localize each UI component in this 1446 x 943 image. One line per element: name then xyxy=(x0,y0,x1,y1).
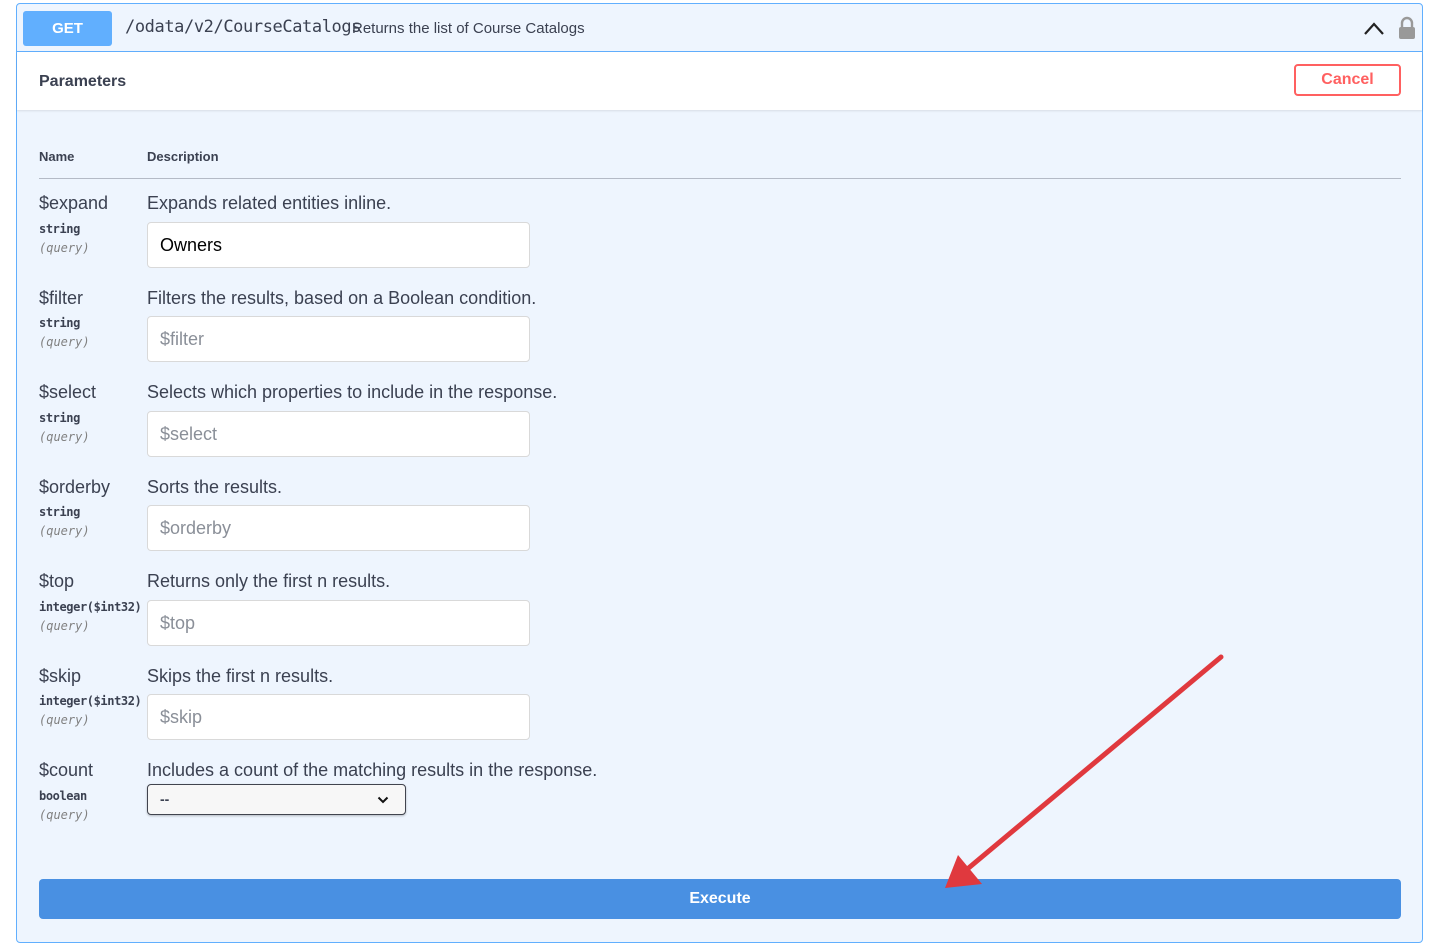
param-name-select: $select xyxy=(39,382,97,402)
param-type-expand: string xyxy=(39,222,80,236)
operation-path: /odata/v2/CourseCatalogs xyxy=(125,17,362,37)
param-type-skip: integer($int32) xyxy=(39,694,142,708)
operation-summary[interactable]: GET /odata/v2/CourseCatalogs Returns the… xyxy=(17,4,1422,52)
filter-input[interactable] xyxy=(147,316,530,362)
operation-block: GET /odata/v2/CourseCatalogs Returns the… xyxy=(16,3,1423,943)
execute-button[interactable]: Execute xyxy=(39,879,1401,919)
orderby-input[interactable] xyxy=(147,505,530,551)
param-location-filter: (query) xyxy=(39,335,90,349)
param-type-top: integer($int32) xyxy=(39,600,142,614)
parameters-header: Parameters Cancel xyxy=(17,52,1422,110)
top-input[interactable] xyxy=(147,600,530,646)
param-location-select: (query) xyxy=(39,430,90,444)
param-type-filter: string xyxy=(39,316,80,330)
param-name-top: $top xyxy=(39,571,75,591)
column-header-name: Name xyxy=(39,149,75,164)
cancel-button[interactable]: Cancel xyxy=(1294,64,1401,96)
chevron-up-icon[interactable] xyxy=(1362,18,1386,38)
param-type-orderby: string xyxy=(39,505,80,519)
param-description-top: Returns only the first n results. xyxy=(147,571,391,591)
header-divider xyxy=(39,178,1401,179)
parameters-title: Parameters xyxy=(39,73,127,90)
param-name-filter: $filter xyxy=(39,288,84,308)
param-type-select: string xyxy=(39,411,80,425)
method-badge: GET xyxy=(23,11,112,46)
operation-description: Returns the list of Course Catalogs xyxy=(352,20,585,37)
expand-input[interactable] xyxy=(147,222,530,268)
count-select-value: -- xyxy=(160,791,170,807)
param-description-count: Includes a count of the matching results… xyxy=(147,760,598,780)
param-name-orderby: $orderby xyxy=(39,477,111,497)
skip-input[interactable] xyxy=(147,694,530,740)
select-input[interactable] xyxy=(147,411,530,457)
param-name-count: $count xyxy=(39,760,94,780)
param-description-select: Selects which properties to include in t… xyxy=(147,382,558,402)
param-description-filter: Filters the results, based on a Boolean … xyxy=(147,288,537,308)
param-type-count: boolean xyxy=(39,789,87,803)
param-location-skip: (query) xyxy=(39,713,90,727)
param-description-orderby: Sorts the results. xyxy=(147,477,283,497)
chevron-down-icon xyxy=(377,796,389,804)
param-location-orderby: (query) xyxy=(39,524,90,538)
count-select[interactable]: -- xyxy=(147,784,406,815)
column-header-description: Description xyxy=(147,149,219,164)
param-description-expand: Expands related entities inline. xyxy=(147,193,392,213)
param-location-count: (query) xyxy=(39,808,90,822)
param-name-expand: $expand xyxy=(39,193,109,213)
param-description-skip: Skips the first n results. xyxy=(147,666,334,686)
lock-icon[interactable] xyxy=(1397,16,1417,40)
param-location-top: (query) xyxy=(39,619,90,633)
param-location-expand: (query) xyxy=(39,241,90,255)
param-name-skip: $skip xyxy=(39,666,82,686)
